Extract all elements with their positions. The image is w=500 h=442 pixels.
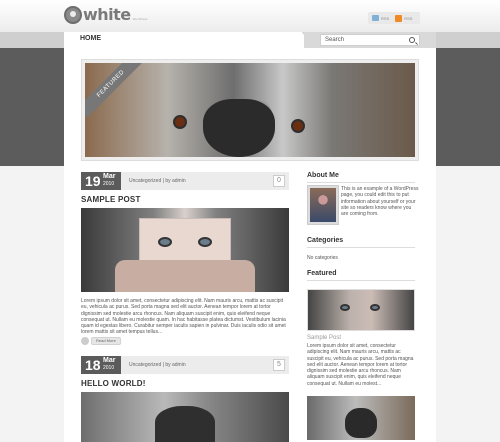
post-date: 18 Mar 2010 (81, 356, 121, 374)
search-placeholder: Search (325, 37, 345, 43)
logo-text: white (83, 5, 131, 24)
post-title[interactable]: SAMPLE POST (81, 195, 141, 204)
featured-slider[interactable]: FEATURED (81, 59, 419, 161)
date-year: 2010 (103, 365, 115, 371)
rss-feed-link[interactable]: RSS (395, 14, 413, 22)
featured-title: Featured (307, 270, 337, 277)
post-excerpt: Lorem ipsum dolor sit amet, consectetur … (81, 298, 286, 336)
koala-eye-left (173, 115, 187, 129)
koala-nose (155, 406, 215, 442)
divider (307, 247, 415, 248)
search-input[interactable]: Search (320, 34, 420, 46)
read-more-link[interactable]: Read More (81, 336, 121, 345)
post-image[interactable] (81, 392, 289, 442)
nav-home-link[interactable]: HOME (80, 35, 101, 42)
post-date: 19 Mar 2010 (81, 172, 121, 190)
logo-icon (64, 6, 82, 24)
avatar (307, 185, 339, 225)
post-meta[interactable]: Uncategorized | by admin (129, 362, 186, 368)
no-categories: No categories (307, 255, 338, 261)
koala-eye-right (291, 119, 305, 133)
face-photo (139, 218, 231, 266)
site-logo[interactable]: white WordPress (64, 6, 147, 24)
date-day: 19 (85, 173, 101, 189)
featured-ribbon: FEATURED (85, 63, 145, 118)
eye-right (370, 304, 380, 311)
post-image[interactable] (81, 208, 289, 292)
rss-icon (395, 14, 403, 22)
featured-post-image[interactable] (307, 289, 415, 331)
divider (307, 182, 415, 183)
featured-image[interactable]: FEATURED (85, 63, 415, 157)
mail-icon (372, 15, 379, 21)
read-more-button[interactable]: Read More (91, 336, 121, 345)
arrow-icon (81, 336, 89, 345)
date-year: 2010 (103, 181, 115, 187)
comment-count[interactable]: 0 (273, 175, 285, 187)
categories-title: Categories (307, 237, 344, 244)
feed-links: RSS RSS (368, 12, 420, 24)
post-header: 18 Mar 2010 Uncategorized | by admin 5 (81, 356, 289, 374)
eye-left (340, 304, 350, 311)
comment-count[interactable]: 5 (273, 359, 285, 371)
eye-left (158, 237, 172, 247)
email-feed-label: RSS (381, 15, 390, 21)
email-feed-link[interactable]: RSS (372, 15, 389, 21)
hands (115, 260, 255, 292)
about-text: This is an example of a WordPress page, … (341, 186, 419, 218)
rss-feed-label: RSS (404, 15, 413, 21)
eye-right (198, 237, 212, 247)
post-title[interactable]: HELLO WORLD! (81, 379, 146, 388)
nav-menu (64, 32, 312, 48)
date-month: Mar (103, 357, 116, 364)
featured-post-title[interactable]: Sample Post (307, 335, 341, 341)
post-header: 19 Mar 2010 Uncategorized | by admin 0 (81, 172, 289, 190)
divider (307, 280, 415, 281)
featured-post-image-2[interactable] (307, 396, 415, 440)
post-meta[interactable]: Uncategorized | by admin (129, 178, 186, 184)
featured-post-excerpt: Lorem ipsum dolor sit amet, consectetur … (307, 343, 414, 387)
date-day: 18 (85, 357, 101, 373)
about-title: About Me (307, 172, 339, 179)
koala-nose (203, 99, 275, 157)
date-month: Mar (103, 173, 116, 180)
logo-subtitle: WordPress (132, 17, 148, 21)
search-icon[interactable] (409, 37, 415, 43)
